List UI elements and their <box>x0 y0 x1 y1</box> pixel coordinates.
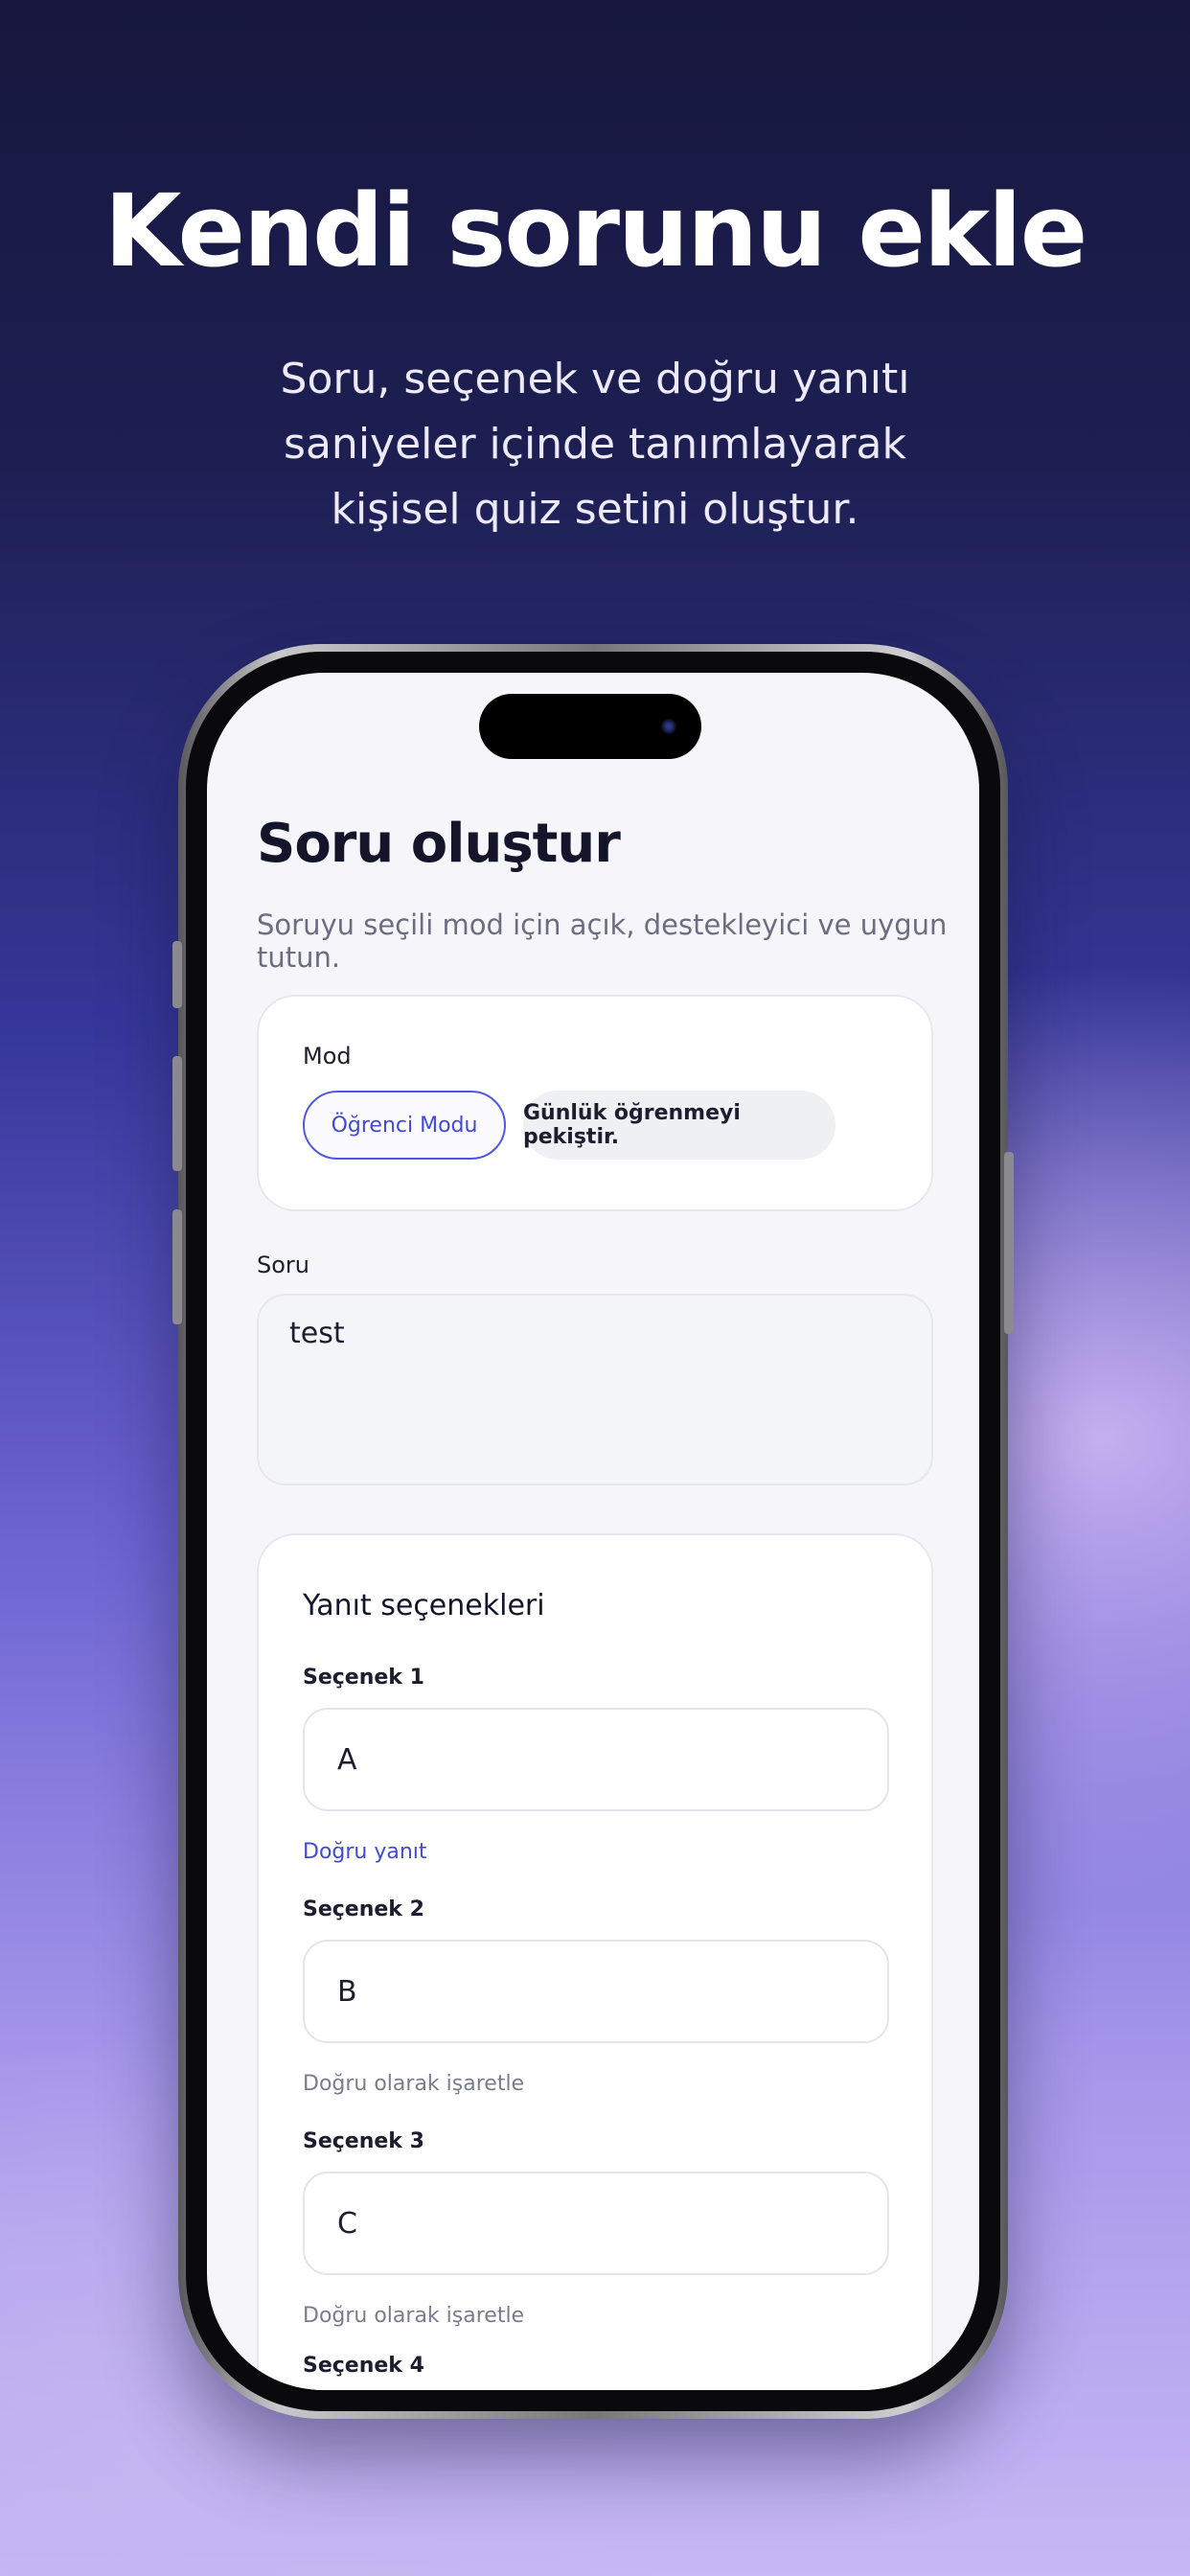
option-1-correct-badge[interactable]: Doğru yanıt <box>303 1840 427 1864</box>
option-3-mark-correct[interactable]: Doğru olarak işaretle <box>303 2304 524 2328</box>
mode-card: Mod Öğrenci Modu Günlük öğrenmeyi pekişt… <box>257 995 933 1211</box>
option-2-mark-correct[interactable]: Doğru olarak işaretle <box>303 2072 524 2096</box>
volume-up-button <box>172 1056 182 1171</box>
camera-icon <box>661 719 676 734</box>
answers-card: Yanıt seçenekleri Seçenek 1 A Doğru yanı… <box>257 1533 933 2390</box>
promo-subhead: Soru, seçenek ve doğru yanıtı saniyeler … <box>280 355 910 534</box>
mode-selected-chip[interactable]: Öğrenci Modu <box>303 1091 506 1160</box>
option-3-label: Seçenek 3 <box>303 2129 424 2153</box>
option-3-input[interactable]: C <box>303 2172 889 2275</box>
answers-title: Yanıt seçenekleri <box>303 1589 545 1622</box>
mode-label: Mod <box>303 1043 352 1070</box>
question-input[interactable]: test <box>257 1294 933 1485</box>
option-2-input[interactable]: B <box>303 1940 889 2043</box>
question-label: Soru <box>257 1252 309 1278</box>
action-button <box>172 941 182 1008</box>
option-2-label: Seçenek 2 <box>303 1898 424 1921</box>
option-1-input[interactable]: A <box>303 1708 889 1811</box>
promo-headline: Kendi sorunu ekle <box>103 172 1087 289</box>
option-1-label: Seçenek 1 <box>303 1666 424 1690</box>
dynamic-island <box>479 694 701 759</box>
page-title: Soru oluştur <box>257 813 621 875</box>
mode-hint-chip: Günlük öğrenmeyi pekiştir. <box>523 1091 835 1160</box>
volume-down-button <box>172 1209 182 1324</box>
page-description: Soruyu seçili mod için açık, destekleyic… <box>257 908 948 974</box>
phone-frame: Soru oluştur Soruyu seçili mod için açık… <box>172 644 1014 2419</box>
power-button <box>1004 1152 1014 1334</box>
option-4-label: Seçenek 4 <box>303 2354 424 2378</box>
app-screen: Soru oluştur Soruyu seçili mod için açık… <box>207 673 979 2390</box>
